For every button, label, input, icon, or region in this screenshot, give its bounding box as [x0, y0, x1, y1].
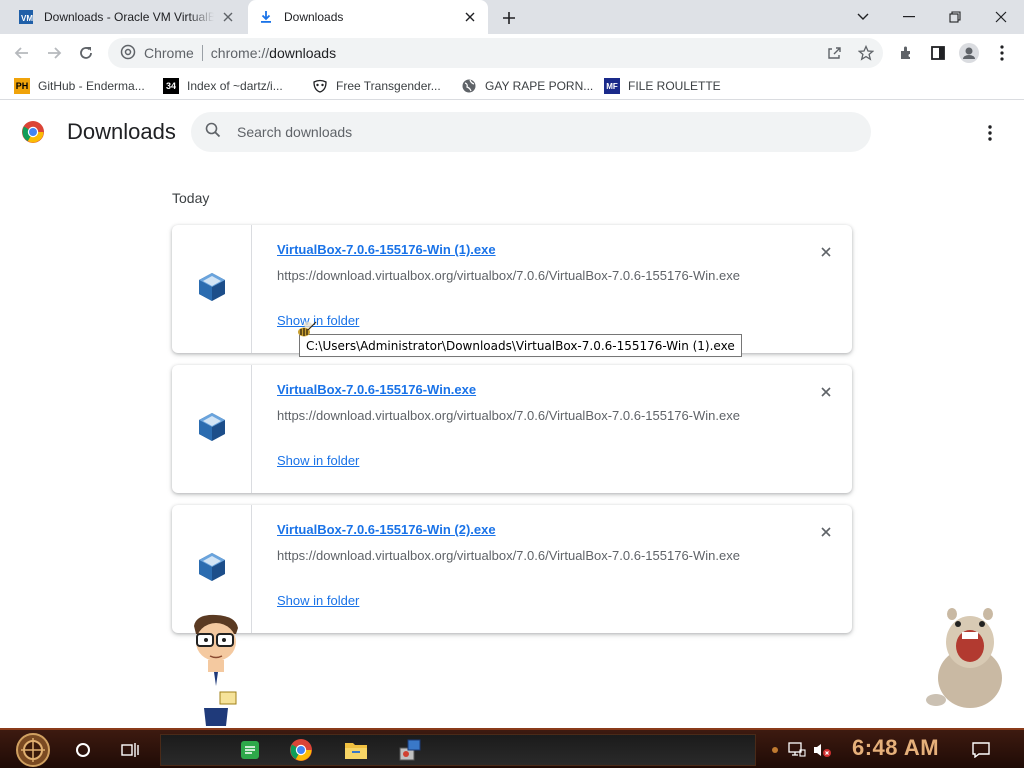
date-group-label: Today [172, 190, 210, 206]
search-icon [205, 122, 221, 143]
tab-strip: VM Downloads - Oracle VM VirtualBox Down… [0, 0, 1024, 34]
minimize-button[interactable] [886, 0, 932, 34]
chrome-icon[interactable] [285, 734, 317, 766]
download-icon [258, 9, 274, 25]
show-hidden-icons[interactable] [765, 740, 785, 760]
close-tab-icon[interactable] [462, 9, 478, 25]
search-field[interactable] [191, 112, 871, 152]
virtualbox-file-icon [197, 411, 227, 448]
hamster-character [924, 604, 1008, 712]
svg-text:VM: VM [21, 14, 33, 23]
bookmark-gay[interactable]: GAY RAPE PORN... [461, 76, 593, 96]
chrome-logo-icon [21, 120, 45, 144]
source-url: https://download.virtualbox.org/virtualb… [277, 408, 740, 423]
source-url: https://download.virtualbox.org/virtualb… [277, 268, 740, 283]
ph-favicon-icon: PH [14, 78, 30, 94]
file-icon-column [172, 365, 252, 493]
extensions-icon[interactable] [896, 43, 916, 63]
bookmark-index-dartz[interactable]: 34 Index of ~dartz/i... [163, 76, 283, 96]
file-name-link[interactable]: VirtualBox-7.0.6-155176-Win.exe [277, 382, 476, 397]
mf-favicon-icon: MF [604, 78, 620, 94]
page-title: Downloads [67, 119, 176, 144]
tab-downloads[interactable]: Downloads [248, 0, 488, 34]
notification-center-icon[interactable] [971, 740, 991, 760]
share-icon[interactable] [824, 43, 844, 63]
file-icon-column [172, 225, 252, 353]
reload-button[interactable] [73, 40, 99, 66]
file-name-link[interactable]: VirtualBox-7.0.6-155176-Win (1).exe [277, 242, 496, 257]
close-tab-icon[interactable] [220, 9, 236, 25]
bookmark-file-roulette[interactable]: MF FILE ROULETTE [604, 76, 721, 96]
taskbar: 6:48 AM [0, 728, 1024, 768]
installer-icon[interactable] [394, 734, 426, 766]
file-name-link[interactable]: VirtualBox-7.0.6-155176-Win (2).exe [277, 522, 496, 537]
bee-cursor-icon [296, 318, 318, 340]
mask-icon [312, 78, 328, 94]
number-favicon-icon: 34 [163, 78, 179, 94]
tab-search-icon[interactable] [840, 0, 886, 34]
url-path: downloads [269, 45, 337, 61]
new-tab-button[interactable] [498, 7, 520, 29]
clock[interactable]: 6:48 AM [852, 735, 939, 761]
show-in-folder-link[interactable]: Show in folder [277, 593, 359, 608]
remove-item-icon[interactable] [816, 522, 836, 542]
globe-icon [461, 78, 477, 94]
profile-avatar[interactable] [959, 43, 979, 63]
cortana-icon[interactable] [67, 734, 99, 766]
search-input[interactable] [237, 124, 837, 140]
tab-title: Downloads [284, 10, 344, 24]
chrome-page-icon [120, 44, 136, 63]
show-in-folder-link[interactable]: Show in folder [277, 313, 359, 328]
close-window-button[interactable] [978, 0, 1024, 34]
more-actions-icon[interactable] [978, 121, 1002, 145]
omnibox-url: chrome://downloads [211, 45, 336, 61]
source-url: https://download.virtualbox.org/virtualb… [277, 548, 740, 563]
back-button[interactable] [9, 40, 35, 66]
path-tooltip: C:\Users\Administrator\Downloads\Virtual… [299, 334, 742, 357]
virtualbox-file-icon [197, 271, 227, 308]
address-bar[interactable]: Chrome chrome://downloads [108, 38, 883, 68]
chrome-menu-icon[interactable] [992, 43, 1012, 63]
forward-button[interactable] [41, 40, 67, 66]
bookmark-label: GAY RAPE PORN... [485, 79, 594, 93]
bookmark-label: Free Transgender... [336, 79, 441, 93]
file-explorer-icon[interactable] [340, 734, 372, 766]
task-view-icon[interactable] [114, 734, 146, 766]
tab-oracle-downloads[interactable]: VM Downloads - Oracle VM VirtualBox [8, 0, 246, 34]
tab-title: Downloads - Oracle VM VirtualBox [44, 10, 214, 24]
bookmark-free-transgender[interactable]: Free Transgender... [312, 76, 441, 96]
virtualbox-manual-icon: VM [18, 9, 34, 25]
download-item: VirtualBox-7.0.6-155176-Win.exe https://… [172, 365, 852, 493]
bookmark-star-icon[interactable] [856, 43, 876, 63]
show-in-folder-link[interactable]: Show in folder [277, 453, 359, 468]
remove-item-icon[interactable] [816, 382, 836, 402]
bookmark-label: FILE ROULETTE [628, 79, 721, 93]
downloads-page: Downloads Today VirtualBox-7.0.6-155176-… [0, 101, 1024, 728]
cartoon-man-character [186, 612, 246, 730]
download-item: VirtualBox-7.0.6-155176-Win (2).exe http… [172, 505, 852, 633]
remove-item-icon[interactable] [816, 242, 836, 262]
omnibox-divider [201, 45, 203, 61]
url-scheme: chrome:// [210, 45, 270, 61]
notes-app-icon[interactable] [234, 734, 266, 766]
bookmark-label: Index of ~dartz/i... [187, 79, 283, 93]
volume-muted-icon[interactable] [812, 740, 832, 760]
bookmarks-bar: PH GitHub - Enderma... 34 Index of ~dart… [0, 72, 1024, 100]
bookmark-label: GitHub - Enderma... [38, 79, 145, 93]
bookmark-github[interactable]: PH GitHub - Enderma... [14, 76, 145, 96]
browser-toolbar: Chrome chrome://downloads [0, 34, 1024, 72]
restore-button[interactable] [932, 0, 978, 34]
side-panel-icon[interactable] [928, 43, 948, 63]
virtualbox-file-icon [197, 551, 227, 588]
network-icon[interactable] [787, 740, 807, 760]
omnibox-chip: Chrome [144, 45, 194, 61]
start-orb-icon[interactable] [10, 732, 56, 768]
